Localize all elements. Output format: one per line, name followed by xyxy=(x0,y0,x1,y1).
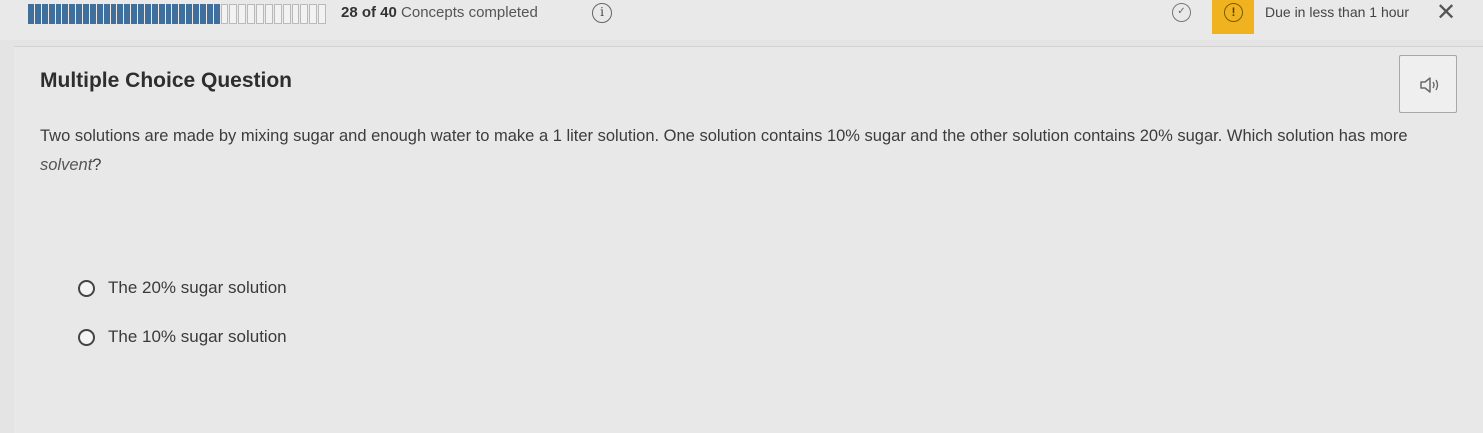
progress-segment xyxy=(117,4,124,24)
question-text: Two solutions are made by mixing sugar a… xyxy=(40,122,1440,180)
progress-segment xyxy=(165,4,172,24)
progress-segment xyxy=(247,4,255,24)
progress-segment xyxy=(110,4,117,24)
concepts-count: 28 of 40 xyxy=(341,4,397,21)
progress-segment xyxy=(124,4,131,24)
progress-segment xyxy=(193,4,199,24)
answer-option-2[interactable]: The 10% sugar solution xyxy=(78,327,287,347)
progress-segment xyxy=(83,4,89,24)
progress-segment xyxy=(318,4,326,24)
progress-bar xyxy=(28,4,326,24)
progress-segment xyxy=(138,4,144,24)
progress-segment xyxy=(41,4,48,24)
question-text-part2: ? xyxy=(92,156,102,174)
progress-segment xyxy=(96,4,103,24)
answer-option-label: The 20% sugar solution xyxy=(108,278,287,297)
progress-segment xyxy=(172,4,179,24)
progress-segment xyxy=(291,4,300,24)
progress-segment xyxy=(69,4,76,24)
progress-segment xyxy=(309,4,318,24)
progress-segment xyxy=(220,4,229,24)
progress-segment xyxy=(62,4,69,24)
concepts-progress-text: 28 of 40 Concepts completed xyxy=(341,4,538,21)
answer-option-label: The 10% sugar solution xyxy=(108,327,287,346)
progress-segment xyxy=(34,4,41,24)
check-circle-icon[interactable]: ✓ xyxy=(1172,3,1191,22)
progress-segment xyxy=(229,4,238,24)
progress-segment xyxy=(238,4,247,24)
progress-segment xyxy=(131,4,137,24)
alert-icon: ! xyxy=(1224,3,1243,22)
info-icon[interactable]: i xyxy=(592,3,612,23)
speaker-icon xyxy=(1420,77,1439,93)
top-bar: 28 of 40 Concepts completed i ✓ ! Due in… xyxy=(0,0,1483,40)
progress-segment xyxy=(282,4,291,24)
question-panel: Multiple Choice Question Two solutions a… xyxy=(14,46,1483,433)
progress-segment xyxy=(76,4,82,24)
read-aloud-button[interactable] xyxy=(1399,55,1457,113)
progress-segment xyxy=(273,4,282,24)
concepts-label: Concepts completed xyxy=(396,4,538,21)
due-date-text: Due in less than 1 hour xyxy=(1265,4,1409,20)
progress-segment xyxy=(151,4,158,24)
question-emphasis: solvent xyxy=(40,156,93,174)
progress-segment xyxy=(179,4,186,24)
radio-button[interactable] xyxy=(78,328,95,346)
radio-button[interactable] xyxy=(78,279,95,297)
question-type-title: Multiple Choice Question xyxy=(40,69,293,92)
progress-segment xyxy=(199,4,206,24)
progress-segment xyxy=(89,4,96,24)
progress-segment xyxy=(264,4,273,24)
progress-segment xyxy=(103,4,110,24)
progress-segment xyxy=(300,4,309,24)
progress-segment xyxy=(158,4,165,24)
due-alert-badge: ! xyxy=(1212,0,1254,34)
progress-segment xyxy=(186,4,192,24)
progress-segment xyxy=(55,4,62,24)
close-icon[interactable]: ✕ xyxy=(1436,0,1456,26)
progress-segment xyxy=(213,4,220,24)
question-text-part1: Two solutions are made by mixing sugar a… xyxy=(40,127,1408,145)
progress-segment xyxy=(28,4,34,24)
answer-option-1[interactable]: The 20% sugar solution xyxy=(78,278,287,298)
progress-segment xyxy=(206,4,213,24)
progress-segment xyxy=(256,4,264,24)
progress-segment xyxy=(144,4,151,24)
progress-segment xyxy=(48,4,55,24)
